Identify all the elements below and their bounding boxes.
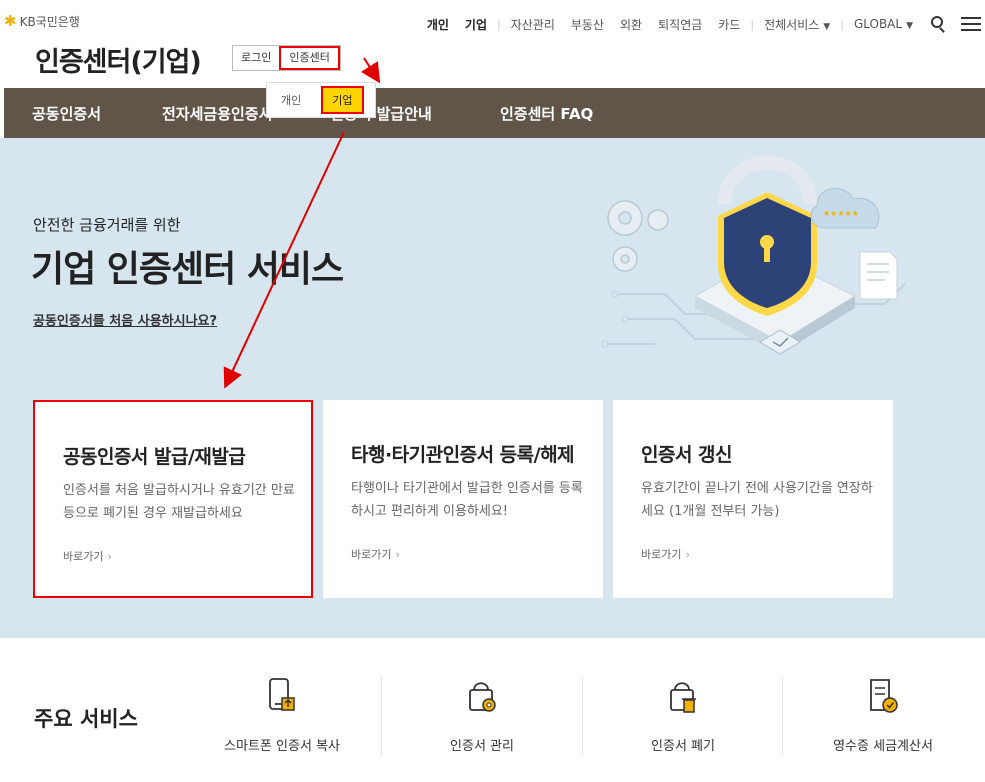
logo-text: KB국민은행 [19,14,80,29]
card-link-label: 바로가기 [63,550,104,563]
security-lock-illustration: ★★★★★ [601,155,906,355]
toggle-login[interactable]: 로그인 [233,46,279,70]
divider: | [497,17,501,31]
lock-gear-icon [469,682,496,712]
popup-personal[interactable]: 개인 [281,92,301,108]
card-title: 공동인증서 발급/재발급 [63,446,246,468]
topnav-fx[interactable]: 외환 [612,16,650,33]
gnb-faq[interactable]: 인증센터 FAQ [500,103,593,124]
card-link[interactable]: 바로가기 › [351,546,400,562]
kb-logo[interactable]: ✱ KB국민은행 [4,12,80,30]
popup-business[interactable]: 기업 [321,86,364,114]
topnav-business[interactable]: 기업 [457,16,495,33]
card-desc: 타행이나 타기관에서 발급한 인증서를 등록하시고 편리하게 이용하세요! [351,481,583,519]
service-phone-copy[interactable]: 스마트폰 인증서 복사 [182,676,382,782]
hero-title: 기업 인증센터 서비스 [31,249,344,290]
global-label: GLOBAL [853,17,903,31]
chevron-right-icon: › [107,550,112,563]
login-cert-toggle: 로그인 인증센터 [232,45,341,71]
service-cert-manage[interactable]: 인증서 관리 [382,676,582,782]
card-issue-reissue[interactable]: 공동인증서 발급/재발급 인증서를 처음 발급하시거나 유효기간 만료 등으로 … [33,400,313,598]
gnb-tax-cert[interactable]: 전자세금용인증서 [162,103,272,124]
caret-down-icon: ▼ [906,21,913,31]
card-desc: 인증서를 처음 발급하시거나 유효기간 만료 등으로 폐기된 경우 재발급하세요 [63,483,295,521]
svg-text:★★★★★: ★★★★★ [823,209,859,218]
card-link[interactable]: 바로가기 › [641,546,690,562]
first-time-link[interactable]: 공동인증서를 처음 사용하시나요? [33,310,217,329]
chevron-right-icon: › [685,548,690,561]
phone-upload-icon [269,678,295,711]
lock-trash-icon [670,682,696,713]
receipt-check-icon [870,679,898,713]
card-link-label: 바로가기 [641,548,682,561]
personal-business-popup: 개인 기업 [266,82,376,118]
top-nav: 개인 기업 | 자산관리 부동산 외환 퇴직연금 카드 | 전체서비스 ▼ | G… [419,13,985,35]
topnav-personal[interactable]: 개인 [419,16,457,33]
service-receipt-invoice[interactable]: 영수증 세금계산서 [783,676,983,782]
hero-section: 안전한 금융거래를 위한 기업 인증센터 서비스 공동인증서를 처음 사용하시나… [0,138,985,638]
card-title: 타행·타기관인증서 등록/해제 [351,444,575,466]
hero-subtitle: 안전한 금융거래를 위한 [33,216,181,234]
page-title: 인증센터(기업) [35,47,202,78]
service-label: 스마트폰 인증서 복사 [224,739,340,754]
topnav-asset[interactable]: 자산관리 [503,16,563,33]
card-link-label: 바로가기 [351,548,392,561]
topnav-realestate[interactable]: 부동산 [563,16,612,33]
card-title: 인증서 갱신 [641,444,733,466]
toggle-cert-center[interactable]: 인증센터 [279,46,340,70]
topnav-allservices[interactable]: 전체서비스 ▼ [756,16,838,33]
annotation-arrow [360,57,381,84]
topnav-card[interactable]: 카드 [710,16,748,33]
main-gnb: 공동인증서 전자세금용인증서 인증서 발급안내 인증센터 FAQ [4,88,985,138]
caret-down-icon: ▼ [823,21,831,32]
card-link[interactable]: 바로가기 › [63,548,112,564]
card-renew-cert[interactable]: 인증서 갱신 유효기간이 끝나기 전에 사용기간을 연장하세요 (1개월 전부터… [613,400,893,598]
card-desc: 유효기간이 끝나기 전에 사용기간을 연장하세요 (1개월 전부터 가능) [641,481,873,519]
topnav-global[interactable]: GLOBAL ▼ [846,17,921,31]
service-cert-revoke[interactable]: 인증서 폐기 [583,676,783,782]
allservices-label: 전체서비스 [764,17,820,32]
divider: | [750,17,755,31]
search-icon[interactable] [931,16,947,33]
service-label: 영수증 세금계산서 [833,739,933,754]
gnb-public-cert[interactable]: 공동인증서 [32,103,101,124]
card-other-bank-cert[interactable]: 타행·타기관인증서 등록/해제 타행이나 타기관에서 발급한 인증서를 등록하시… [323,400,603,598]
topnav-pension[interactable]: 퇴직연금 [650,16,710,33]
main-services-title: 주요 서비스 [34,707,138,731]
chevron-right-icon: › [395,548,400,561]
hamburger-menu-icon[interactable] [961,13,981,35]
divider: | [840,17,844,31]
kb-star-icon: ✱ [4,12,17,30]
service-label: 인증서 관리 [450,739,514,754]
service-label: 인증서 폐기 [651,739,715,754]
